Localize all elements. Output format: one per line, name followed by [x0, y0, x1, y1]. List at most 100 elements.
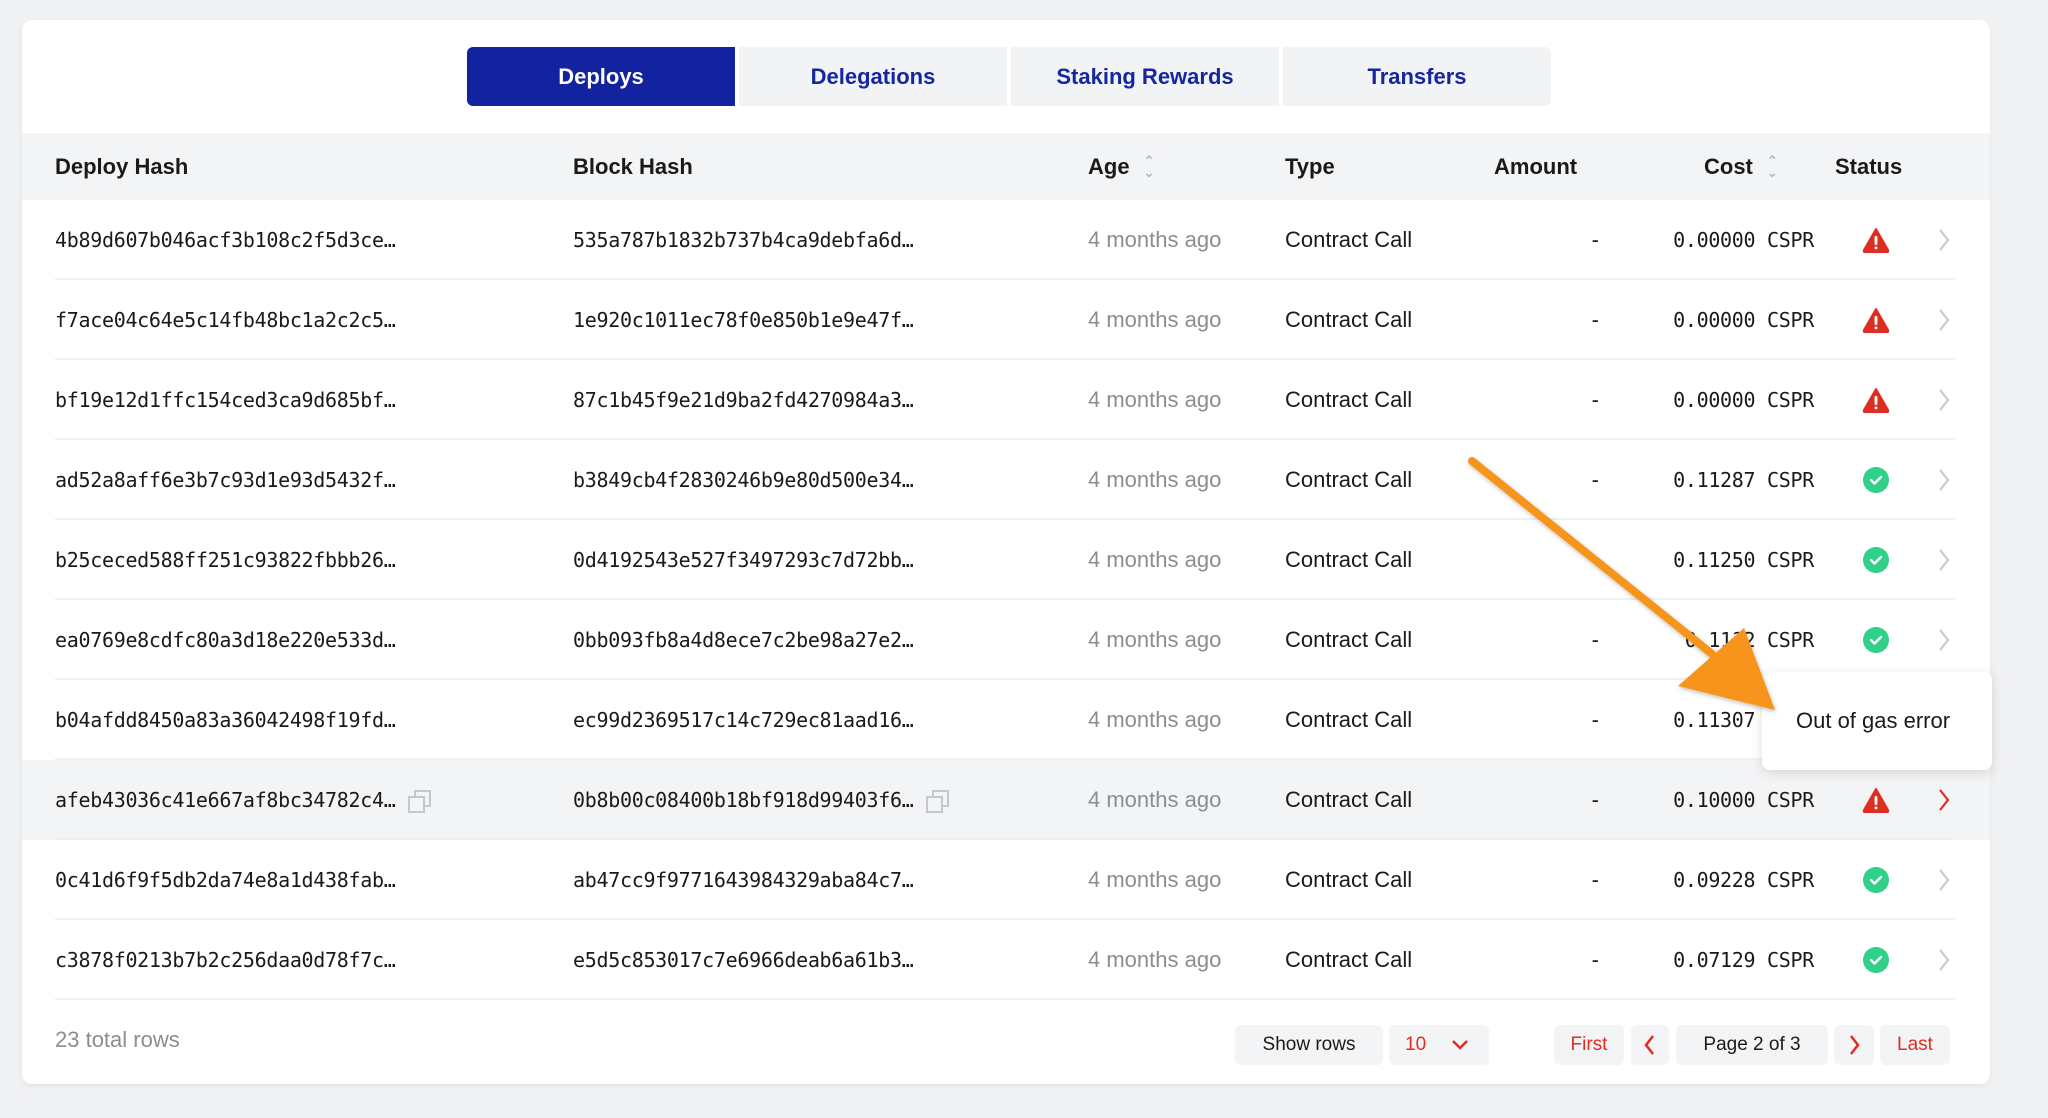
block-hash-link[interactable]: 87c1b45f9e21d9ba2fd4270984a3…	[573, 360, 914, 440]
error-warning-icon[interactable]	[1862, 306, 1890, 334]
success-check-icon[interactable]	[1862, 626, 1890, 654]
chevron-right-icon[interactable]	[1934, 865, 1954, 895]
table-row[interactable]: b25ceced588ff251c93822fbbb26… 0d4192543e5…	[22, 520, 1990, 600]
deploy-hash-link[interactable]: 4b89d607b046acf3b108c2f5d3ce…	[55, 200, 396, 280]
chevron-right-icon[interactable]	[1934, 625, 1954, 655]
chevron-right-icon[interactable]	[1934, 305, 1954, 335]
tab-bar: Deploys Delegations Staking Rewards Tran…	[467, 47, 1551, 106]
type-cell: Contract Call	[1285, 467, 1413, 492]
block-hash-link[interactable]: 0d4192543e527f3497293c7d72bb…	[573, 520, 914, 600]
first-page-button[interactable]: First	[1554, 1025, 1624, 1065]
previous-page-button[interactable]	[1631, 1025, 1669, 1065]
age-cell: 4 months ago	[1088, 787, 1222, 812]
error-warning-icon[interactable]	[1862, 786, 1890, 814]
block-hash-text: 0b8b00c08400b18bf918d99403f6…	[573, 788, 914, 812]
block-hash-text: e5d5c853017c7e6966deab6a61b3…	[573, 948, 914, 972]
column-header-age[interactable]: Age ⌃ ⌄	[1088, 133, 1154, 200]
column-label: Age	[1088, 153, 1130, 179]
sort-icon[interactable]: ⌃ ⌄	[1767, 154, 1778, 179]
table-row[interactable]: 0c41d6f9f5db2da74e8a1d438fab… ab47cc9f977…	[22, 840, 1990, 920]
deploy-hash-link[interactable]: b04afdd8450a83a36042498f19fd…	[55, 680, 396, 760]
block-hash-text: ec99d2369517c14c729ec81aad16…	[573, 708, 914, 732]
table-row[interactable]: b04afdd8450a83a36042498f19fd… ec99d236951…	[22, 680, 1990, 760]
success-check-icon[interactable]	[1862, 466, 1890, 494]
next-page-button[interactable]	[1834, 1025, 1874, 1065]
block-hash-link[interactable]: 1e920c1011ec78f0e850b1e9e47f…	[573, 280, 914, 360]
deploy-hash-text: ea0769e8cdfc80a3d18e220e533d…	[55, 628, 396, 652]
deploy-hash-text: c3878f0213b7b2c256daa0d78f7c…	[55, 948, 396, 972]
status-tooltip: Out of gas error	[1762, 672, 1992, 770]
deploy-hash-text: afeb43036c41e667af8bc34782c4…	[55, 788, 396, 812]
chevron-right-icon	[1850, 1035, 1860, 1055]
tab-staking-rewards[interactable]: Staking Rewards	[1011, 47, 1279, 106]
deploy-hash-text: b04afdd8450a83a36042498f19fd…	[55, 708, 396, 732]
table-row[interactable]: ad52a8aff6e3b7c93d1e93d5432f… b3849cb4f28…	[22, 440, 1990, 520]
column-label: Deploy Hash	[55, 153, 189, 179]
sort-icon[interactable]: ⌃ ⌄	[1144, 154, 1155, 179]
chevron-right-icon[interactable]	[1934, 545, 1954, 575]
column-header-deploy-hash: Deploy Hash	[55, 133, 188, 200]
block-hash-link[interactable]: e5d5c853017c7e6966deab6a61b3…	[573, 920, 914, 1000]
type-cell: Contract Call	[1285, 867, 1413, 892]
success-check-icon[interactable]	[1862, 546, 1890, 574]
error-warning-icon[interactable]	[1862, 386, 1890, 414]
deploy-hash-link[interactable]: 0c41d6f9f5db2da74e8a1d438fab…	[55, 840, 396, 920]
rows-per-page-select[interactable]: 10	[1389, 1025, 1489, 1065]
total-rows-count: 23 total rows	[55, 1027, 180, 1052]
last-page-button[interactable]: Last	[1880, 1025, 1950, 1065]
cost-cell: 0.11250 CSPR	[1673, 548, 1814, 572]
table-row[interactable]: c3878f0213b7b2c256daa0d78f7c… e5d5c853017…	[22, 920, 1990, 1000]
amount-cell: -	[1591, 627, 1599, 652]
column-header-status: Status	[1835, 133, 1902, 200]
block-hash-link[interactable]: 0b8b00c08400b18bf918d99403f6…	[573, 760, 949, 840]
age-cell: 4 months ago	[1088, 387, 1222, 412]
success-check-icon[interactable]	[1862, 946, 1890, 974]
column-label: Type	[1285, 153, 1335, 179]
deploy-hash-text: ad52a8aff6e3b7c93d1e93d5432f…	[55, 468, 396, 492]
copy-icon[interactable]	[407, 790, 431, 813]
cost-cell: 0.11287 CSPR	[1673, 468, 1814, 492]
block-hash-link[interactable]: 535a787b1832b737b4ca9debfa6d…	[573, 200, 914, 280]
table-row[interactable]: afeb43036c41e667af8bc34782c4… 0b8b00c0840…	[22, 760, 1990, 840]
block-hash-link[interactable]: ec99d2369517c14c729ec81aad16…	[573, 680, 914, 760]
deploy-hash-link[interactable]: ea0769e8cdfc80a3d18e220e533d…	[55, 600, 396, 680]
tab-deploys[interactable]: Deploys	[467, 47, 735, 106]
table-row[interactable]: bf19e12d1ffc154ced3ca9d685bf… 87c1b45f9e2…	[22, 360, 1990, 440]
tab-transfers[interactable]: Transfers	[1283, 47, 1551, 106]
chevron-right-icon[interactable]	[1934, 385, 1954, 415]
chevron-right-icon[interactable]	[1934, 945, 1954, 975]
block-hash-link[interactable]: 0bb093fb8a4d8ece7c2be98a27e2…	[573, 600, 914, 680]
row-divider	[55, 998, 1955, 1000]
age-cell: 4 months ago	[1088, 307, 1222, 332]
amount-cell: -	[1591, 387, 1599, 412]
deploy-hash-link[interactable]: afeb43036c41e667af8bc34782c4…	[55, 760, 431, 840]
chevron-right-icon[interactable]	[1934, 225, 1954, 255]
tab-delegations[interactable]: Delegations	[739, 47, 1007, 106]
column-header-block-hash: Block Hash	[573, 133, 693, 200]
table-row[interactable]: 4b89d607b046acf3b108c2f5d3ce… 535a787b183…	[22, 200, 1990, 280]
success-check-icon[interactable]	[1862, 866, 1890, 894]
deploy-hash-link[interactable]: b25ceced588ff251c93822fbbb26…	[55, 520, 396, 600]
error-warning-icon[interactable]	[1862, 226, 1890, 254]
deploy-hash-link[interactable]: c3878f0213b7b2c256daa0d78f7c…	[55, 920, 396, 1000]
column-header-type: Type	[1285, 133, 1335, 200]
block-hash-link[interactable]: b3849cb4f2830246b9e80d500e34…	[573, 440, 914, 520]
age-cell: 4 months ago	[1088, 627, 1222, 652]
table-row[interactable]: f7ace04c64e5c14fb48bc1a2c2c5… 1e920c1011e…	[22, 280, 1990, 360]
deploy-hash-link[interactable]: bf19e12d1ffc154ced3ca9d685bf…	[55, 360, 396, 440]
cost-cell: 0.00000 CSPR	[1673, 388, 1814, 412]
chevron-right-icon[interactable]	[1934, 465, 1954, 495]
deploy-hash-text: bf19e12d1ffc154ced3ca9d685bf…	[55, 388, 396, 412]
block-hash-link[interactable]: ab47cc9f9771643984329aba84c7…	[573, 840, 914, 920]
column-header-cost[interactable]: Cost ⌃ ⌄	[1704, 133, 1778, 200]
block-hash-text: 535a787b1832b737b4ca9debfa6d…	[573, 228, 914, 252]
deploy-hash-link[interactable]: ad52a8aff6e3b7c93d1e93d5432f…	[55, 440, 396, 520]
table-row[interactable]: ea0769e8cdfc80a3d18e220e533d… 0bb093fb8a4…	[22, 600, 1990, 680]
age-cell: 4 months ago	[1088, 947, 1222, 972]
cost-cell: 0.11?2 CSPR	[1684, 628, 1814, 652]
chevron-right-icon[interactable]	[1934, 785, 1954, 815]
copy-icon[interactable]	[925, 790, 949, 813]
block-hash-text: 0d4192543e527f3497293c7d72bb…	[573, 548, 914, 572]
deploy-hash-link[interactable]: f7ace04c64e5c14fb48bc1a2c2c5…	[55, 280, 396, 360]
type-cell: Contract Call	[1285, 547, 1413, 572]
